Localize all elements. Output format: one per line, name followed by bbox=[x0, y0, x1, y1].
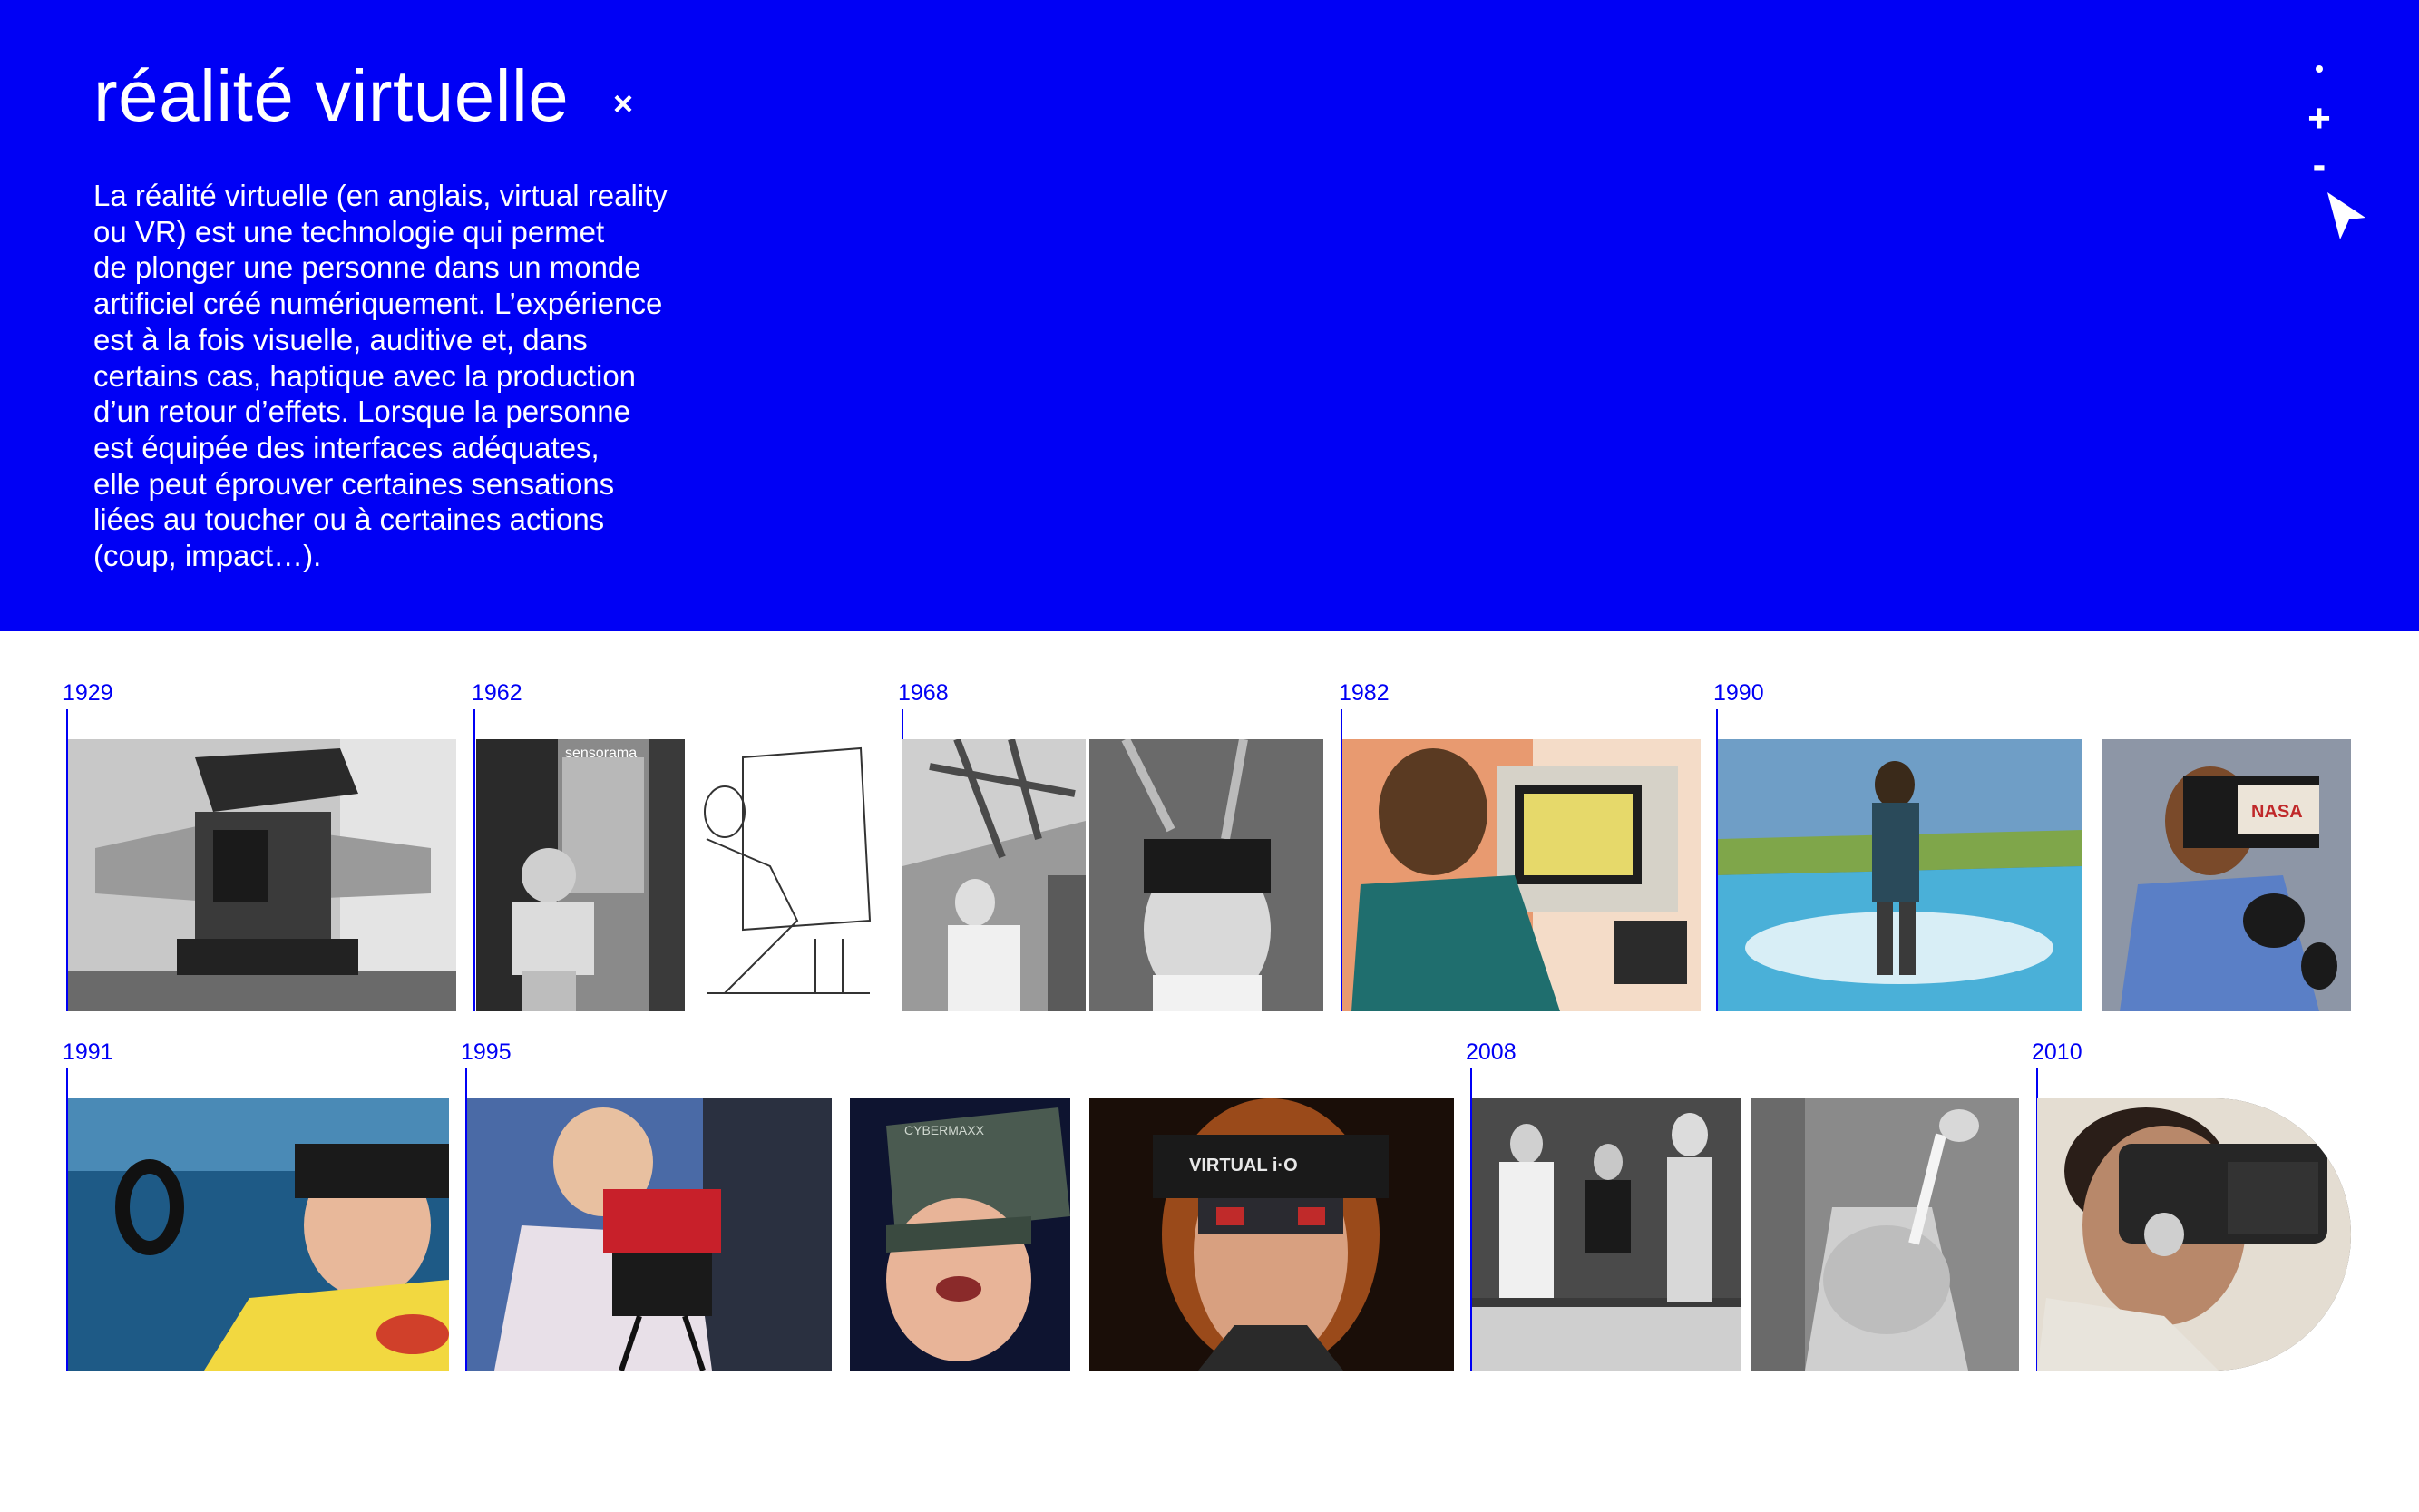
photo-2010-oculus-headset[interactable] bbox=[2037, 1098, 2351, 1371]
year-label-1991: 1991 bbox=[63, 1039, 113, 1065]
plus-icon[interactable]: + bbox=[2304, 99, 2335, 139]
dot-icon[interactable] bbox=[2316, 65, 2323, 73]
description-text: La réalité virtuelle (en anglais, virtua… bbox=[93, 179, 668, 573]
year-label-1982: 1982 bbox=[1339, 680, 1390, 706]
photo-1962-sensorama-patent[interactable] bbox=[688, 739, 883, 1011]
photo-1982-dataglove[interactable] bbox=[1342, 739, 1701, 1011]
minus-icon[interactable]: - bbox=[2304, 145, 2335, 185]
photo-2008-body-swap-experiment[interactable] bbox=[1472, 1098, 1741, 1371]
intro-banner: réalité virtuelle × La réalité virtuelle… bbox=[0, 0, 2419, 631]
photo-1991-virtuality-headset[interactable] bbox=[68, 1098, 449, 1371]
photo-1995-virtual-io-glasses[interactable]: VIRTUAL i·O bbox=[1089, 1098, 1454, 1371]
cybermaxx-label: CYBERMAXX bbox=[904, 1123, 985, 1137]
page-title: réalité virtuelle bbox=[93, 55, 570, 136]
sensorama-sign: sensorama bbox=[565, 746, 637, 761]
photo-1968-sword-of-damocles[interactable] bbox=[902, 739, 1086, 1011]
photo-1995-virtual-boy[interactable] bbox=[467, 1098, 832, 1371]
year-label-1968: 1968 bbox=[898, 680, 949, 706]
photo-1929-flight-simulator[interactable] bbox=[68, 739, 456, 1011]
year-label-2008: 2008 bbox=[1466, 1039, 1517, 1065]
year-label-1995: 1995 bbox=[461, 1039, 512, 1065]
year-label-1990: 1990 bbox=[1713, 680, 1764, 706]
close-icon[interactable]: × bbox=[610, 87, 637, 122]
photo-1995-cybermaxx[interactable]: CYBERMAXX bbox=[850, 1098, 1070, 1371]
cursor-icon bbox=[2327, 192, 2365, 239]
year-label-1962: 1962 bbox=[472, 680, 522, 706]
zoom-controls: + - bbox=[2304, 58, 2376, 239]
year-label-1929: 1929 bbox=[63, 680, 113, 706]
virtual-io-label: VIRTUAL i·O bbox=[1189, 1156, 1298, 1175]
photo-1990-cave-room[interactable] bbox=[1718, 739, 2082, 1011]
photo-2008-first-person-view[interactable] bbox=[1751, 1098, 2019, 1371]
year-label-2010: 2010 bbox=[2032, 1039, 2082, 1065]
photo-1990-nasa-headset[interactable]: NASA bbox=[2102, 739, 2351, 1011]
photo-1968-headset-closeup[interactable] bbox=[1089, 739, 1323, 1011]
timeline-marker-1962 bbox=[473, 709, 475, 1011]
photo-1962-sensorama[interactable]: sensorama bbox=[476, 739, 685, 1011]
nasa-logo: NASA bbox=[2251, 802, 2303, 822]
